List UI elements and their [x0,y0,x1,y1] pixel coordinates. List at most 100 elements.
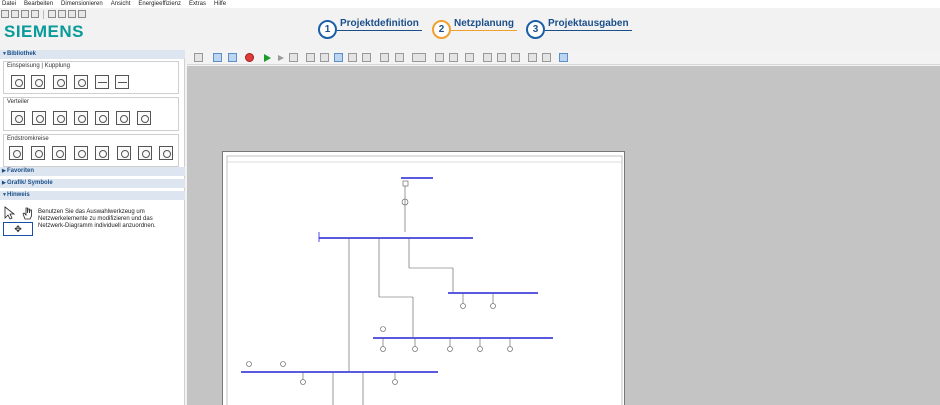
diagram-toolbar [187,50,940,65]
toolbar-separator [43,9,44,19]
copy-icon[interactable] [58,10,66,18]
diagram-canvas[interactable] [187,66,940,405]
load-switch-symbol-icon[interactable] [31,146,45,160]
view-d-icon[interactable] [528,53,537,62]
align-icon[interactable] [465,53,474,62]
coupling-symbol-icon[interactable] [74,75,88,89]
step-netzplanung[interactable]: 2 Netzplanung [432,18,522,40]
menu-ansicht[interactable]: Ansicht [111,0,131,8]
text-format-dropdown-icon[interactable] [412,53,426,62]
document-view-icon[interactable] [228,53,237,62]
feeder-symbol [402,180,409,187]
view-e-icon[interactable] [542,53,551,62]
section-bibliothek[interactable]: ▼ Bibliothek [0,50,185,59]
load-symbol [380,346,386,352]
save-icon[interactable] [21,10,29,18]
load-symbol-icon[interactable] [9,146,23,160]
capacitor-symbol-icon[interactable] [138,146,152,160]
hint-text: Benutzen Sie das Auswahlwerkzeug um Netz… [38,209,156,229]
open-folder-icon[interactable] [11,10,19,18]
cut-icon[interactable] [48,10,56,18]
zoom-out-icon[interactable] [435,53,444,62]
load-symbol [300,379,306,385]
select-arrow-icon[interactable] [213,53,222,62]
network-diagram[interactable] [223,152,626,405]
section-hinweis[interactable]: ▼ Hinweis [0,191,185,200]
step-forward-icon[interactable] [278,55,284,61]
menu-bearbeiten[interactable]: Bearbeiten [24,0,53,8]
new-file-icon[interactable] [1,10,9,18]
distributor-up-symbol-icon[interactable] [95,111,109,125]
load-symbol [507,346,513,352]
run-calculation-icon[interactable] [264,54,271,62]
generator-symbol-icon[interactable] [31,75,45,89]
socket-symbol-icon[interactable] [117,146,131,160]
save-as-icon[interactable] [31,10,39,18]
distributor-line-symbol-icon[interactable] [74,111,88,125]
tool-g-icon[interactable] [380,53,389,62]
app-window: Datei Bearbeiten Dimensionieren Ansicht … [0,0,940,405]
move-cursor-icon: ✥ [3,222,33,236]
distributor-tap-symbol-icon[interactable] [53,111,67,125]
load-symbol [412,346,418,352]
menu-datei[interactable]: Datei [2,0,16,8]
distributor-panel-symbol-icon[interactable] [137,111,151,125]
tool-f-icon[interactable] [362,53,371,62]
load-symbol [477,346,483,352]
switch-symbol-icon[interactable] [115,75,129,89]
heater-symbol-icon[interactable] [74,146,88,160]
pointer-cursor-icon [4,206,16,220]
tool-e-icon[interactable] [348,53,357,62]
load-symbol [392,379,398,385]
generator-symbol [246,361,252,367]
ups-symbol-icon[interactable] [159,146,173,160]
step-number: 2 [432,20,451,39]
tool-d-icon[interactable] [334,53,343,62]
generator-symbol [280,361,286,367]
menu-extras[interactable]: Extras [189,0,206,8]
feeder-symbol-icon[interactable] [53,75,67,89]
busbar-symbol-icon[interactable] [95,75,109,89]
lighting-symbol-icon[interactable] [95,146,109,160]
paste-icon[interactable] [68,10,76,18]
menu-hilfe[interactable]: Hilfe [214,0,226,8]
step-projektausgaben[interactable]: 3 Projektausgaben [526,18,636,40]
distributor-multi-symbol-icon[interactable] [32,111,46,125]
menu-dimensionieren[interactable]: Dimensionieren [61,0,103,8]
tool-b-icon[interactable] [306,53,315,62]
collapse-triangle-icon: ▼ [2,192,7,198]
menu-bar: Datei Bearbeiten Dimensionieren Ansicht … [0,0,940,8]
library-panel: ▼ Bibliothek Einspeisung | Kupplung Vert… [0,50,185,405]
group-einspeisung: Einspeisung | Kupplung [3,61,179,94]
load-symbol [490,303,496,309]
color-fill-icon[interactable] [395,53,404,62]
distributor-cabinet-symbol-icon[interactable] [116,111,130,125]
pen-icon[interactable] [194,53,203,62]
view-b-icon[interactable] [497,53,506,62]
step-label: Netzplanung [451,18,517,31]
section-favoriten[interactable]: ▶ Favoriten [0,167,185,176]
tool-c-icon[interactable] [320,53,329,62]
step-projektdefinition[interactable]: 1 Projektdefinition [318,18,428,40]
transformer-symbol-icon[interactable] [11,75,25,89]
clipboard-icon[interactable] [78,10,86,18]
view-a-icon[interactable] [483,53,492,62]
section-label: Favoriten [7,168,35,174]
stop-icon[interactable] [245,53,254,62]
group-title: Verteiler [7,99,30,105]
step-number: 1 [318,20,337,39]
view-c-icon[interactable] [511,53,520,62]
sheet-frame [226,155,623,405]
zoom-in-icon[interactable] [449,53,458,62]
step-number: 3 [526,20,545,39]
distributor-symbol-icon[interactable] [11,111,25,125]
group-verteiler: Verteiler [3,97,179,131]
tool-a-icon[interactable] [289,53,298,62]
section-grafik-symbole[interactable]: ▶ Grafik/ Symbole [0,179,185,188]
section-label: Grafik/ Symbole [7,180,53,186]
group-endstromkreise: Endstromkreise [3,134,179,167]
motor-symbol-icon[interactable] [52,146,66,160]
load-symbol [447,346,453,352]
info-panel-icon[interactable] [559,53,568,62]
menu-energieeffizienz[interactable]: Energieeffizienz [138,0,181,8]
